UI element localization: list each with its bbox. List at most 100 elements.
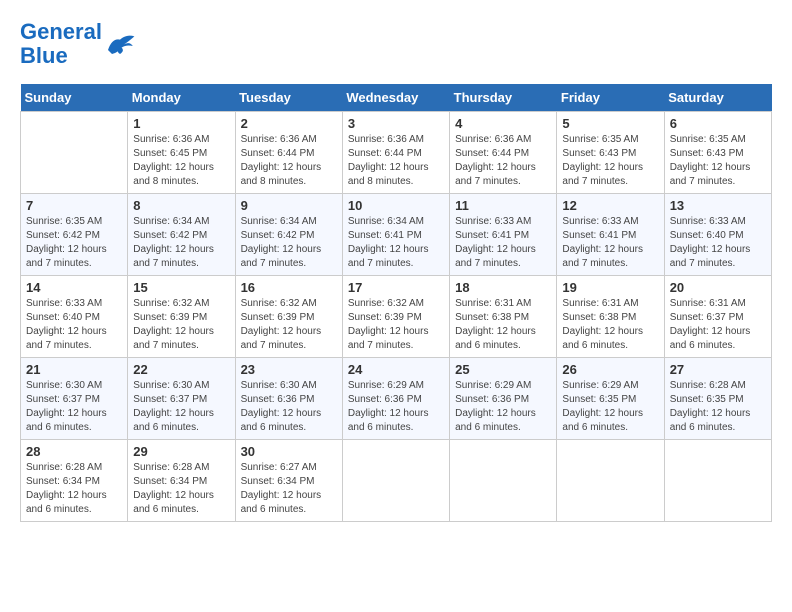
calendar-table: SundayMondayTuesdayWednesdayThursdayFrid… — [20, 84, 772, 522]
day-detail: Sunrise: 6:31 AMSunset: 6:38 PMDaylight:… — [562, 297, 658, 353]
calendar-cell: 15 Sunrise: 6:32 AMSunset: 6:39 PMDaylig… — [128, 276, 235, 358]
calendar-cell: 8 Sunrise: 6:34 AMSunset: 6:42 PMDayligh… — [128, 194, 235, 276]
day-detail: Sunrise: 6:34 AMSunset: 6:42 PMDaylight:… — [241, 215, 337, 271]
day-number: 5 — [562, 116, 658, 131]
day-number: 16 — [241, 280, 337, 295]
calendar-cell: 12 Sunrise: 6:33 AMSunset: 6:41 PMDaylig… — [557, 194, 664, 276]
calendar-cell: 25 Sunrise: 6:29 AMSunset: 6:36 PMDaylig… — [450, 358, 557, 440]
day-number: 4 — [455, 116, 551, 131]
day-detail: Sunrise: 6:31 AMSunset: 6:38 PMDaylight:… — [455, 297, 551, 353]
day-detail: Sunrise: 6:29 AMSunset: 6:36 PMDaylight:… — [348, 379, 444, 435]
day-detail: Sunrise: 6:36 AMSunset: 6:44 PMDaylight:… — [455, 133, 551, 189]
day-detail: Sunrise: 6:29 AMSunset: 6:36 PMDaylight:… — [455, 379, 551, 435]
day-detail: Sunrise: 6:36 AMSunset: 6:44 PMDaylight:… — [241, 133, 337, 189]
calendar-cell: 26 Sunrise: 6:29 AMSunset: 6:35 PMDaylig… — [557, 358, 664, 440]
day-detail: Sunrise: 6:35 AMSunset: 6:43 PMDaylight:… — [562, 133, 658, 189]
day-detail: Sunrise: 6:36 AMSunset: 6:45 PMDaylight:… — [133, 133, 229, 189]
logo: General Blue — [20, 20, 136, 68]
day-number: 14 — [26, 280, 122, 295]
day-number: 29 — [133, 444, 229, 459]
day-number: 10 — [348, 198, 444, 213]
calendar-cell: 16 Sunrise: 6:32 AMSunset: 6:39 PMDaylig… — [235, 276, 342, 358]
calendar-cell — [664, 440, 771, 522]
day-detail: Sunrise: 6:36 AMSunset: 6:44 PMDaylight:… — [348, 133, 444, 189]
day-number: 15 — [133, 280, 229, 295]
calendar-cell: 10 Sunrise: 6:34 AMSunset: 6:41 PMDaylig… — [342, 194, 449, 276]
day-number: 23 — [241, 362, 337, 377]
col-header-friday: Friday — [557, 84, 664, 112]
calendar-cell: 4 Sunrise: 6:36 AMSunset: 6:44 PMDayligh… — [450, 112, 557, 194]
calendar-cell: 24 Sunrise: 6:29 AMSunset: 6:36 PMDaylig… — [342, 358, 449, 440]
calendar-cell: 11 Sunrise: 6:33 AMSunset: 6:41 PMDaylig… — [450, 194, 557, 276]
day-number: 20 — [670, 280, 766, 295]
day-number: 25 — [455, 362, 551, 377]
col-header-saturday: Saturday — [664, 84, 771, 112]
page-header: General Blue — [20, 20, 772, 68]
day-detail: Sunrise: 6:35 AMSunset: 6:43 PMDaylight:… — [670, 133, 766, 189]
day-detail: Sunrise: 6:28 AMSunset: 6:35 PMDaylight:… — [670, 379, 766, 435]
calendar-cell: 19 Sunrise: 6:31 AMSunset: 6:38 PMDaylig… — [557, 276, 664, 358]
day-number: 17 — [348, 280, 444, 295]
day-detail: Sunrise: 6:30 AMSunset: 6:37 PMDaylight:… — [133, 379, 229, 435]
calendar-cell: 30 Sunrise: 6:27 AMSunset: 6:34 PMDaylig… — [235, 440, 342, 522]
day-number: 27 — [670, 362, 766, 377]
calendar-cell: 1 Sunrise: 6:36 AMSunset: 6:45 PMDayligh… — [128, 112, 235, 194]
day-number: 30 — [241, 444, 337, 459]
calendar-cell: 22 Sunrise: 6:30 AMSunset: 6:37 PMDaylig… — [128, 358, 235, 440]
day-detail: Sunrise: 6:29 AMSunset: 6:35 PMDaylight:… — [562, 379, 658, 435]
calendar-cell: 14 Sunrise: 6:33 AMSunset: 6:40 PMDaylig… — [21, 276, 128, 358]
day-number: 24 — [348, 362, 444, 377]
day-number: 22 — [133, 362, 229, 377]
day-detail: Sunrise: 6:28 AMSunset: 6:34 PMDaylight:… — [26, 461, 122, 517]
calendar-cell: 3 Sunrise: 6:36 AMSunset: 6:44 PMDayligh… — [342, 112, 449, 194]
day-detail: Sunrise: 6:32 AMSunset: 6:39 PMDaylight:… — [241, 297, 337, 353]
day-detail: Sunrise: 6:33 AMSunset: 6:40 PMDaylight:… — [26, 297, 122, 353]
calendar-cell: 28 Sunrise: 6:28 AMSunset: 6:34 PMDaylig… — [21, 440, 128, 522]
day-detail: Sunrise: 6:34 AMSunset: 6:42 PMDaylight:… — [133, 215, 229, 271]
calendar-cell: 23 Sunrise: 6:30 AMSunset: 6:36 PMDaylig… — [235, 358, 342, 440]
calendar-cell: 27 Sunrise: 6:28 AMSunset: 6:35 PMDaylig… — [664, 358, 771, 440]
calendar-cell — [342, 440, 449, 522]
col-header-wednesday: Wednesday — [342, 84, 449, 112]
day-detail: Sunrise: 6:31 AMSunset: 6:37 PMDaylight:… — [670, 297, 766, 353]
day-detail: Sunrise: 6:35 AMSunset: 6:42 PMDaylight:… — [26, 215, 122, 271]
calendar-cell: 21 Sunrise: 6:30 AMSunset: 6:37 PMDaylig… — [21, 358, 128, 440]
calendar-cell: 13 Sunrise: 6:33 AMSunset: 6:40 PMDaylig… — [664, 194, 771, 276]
day-detail: Sunrise: 6:33 AMSunset: 6:41 PMDaylight:… — [562, 215, 658, 271]
calendar-cell: 7 Sunrise: 6:35 AMSunset: 6:42 PMDayligh… — [21, 194, 128, 276]
calendar-cell — [21, 112, 128, 194]
day-number: 26 — [562, 362, 658, 377]
day-number: 28 — [26, 444, 122, 459]
calendar-cell: 9 Sunrise: 6:34 AMSunset: 6:42 PMDayligh… — [235, 194, 342, 276]
calendar-cell — [450, 440, 557, 522]
day-number: 8 — [133, 198, 229, 213]
col-header-tuesday: Tuesday — [235, 84, 342, 112]
col-header-thursday: Thursday — [450, 84, 557, 112]
logo-text: General Blue — [20, 20, 102, 68]
day-number: 6 — [670, 116, 766, 131]
day-number: 12 — [562, 198, 658, 213]
calendar-cell: 5 Sunrise: 6:35 AMSunset: 6:43 PMDayligh… — [557, 112, 664, 194]
calendar-cell: 20 Sunrise: 6:31 AMSunset: 6:37 PMDaylig… — [664, 276, 771, 358]
calendar-cell: 17 Sunrise: 6:32 AMSunset: 6:39 PMDaylig… — [342, 276, 449, 358]
day-number: 21 — [26, 362, 122, 377]
day-number: 9 — [241, 198, 337, 213]
logo-bird-icon — [104, 30, 136, 58]
day-number: 3 — [348, 116, 444, 131]
calendar-cell: 6 Sunrise: 6:35 AMSunset: 6:43 PMDayligh… — [664, 112, 771, 194]
day-detail: Sunrise: 6:28 AMSunset: 6:34 PMDaylight:… — [133, 461, 229, 517]
day-detail: Sunrise: 6:34 AMSunset: 6:41 PMDaylight:… — [348, 215, 444, 271]
col-header-sunday: Sunday — [21, 84, 128, 112]
day-number: 1 — [133, 116, 229, 131]
day-number: 19 — [562, 280, 658, 295]
day-detail: Sunrise: 6:27 AMSunset: 6:34 PMDaylight:… — [241, 461, 337, 517]
calendar-cell: 29 Sunrise: 6:28 AMSunset: 6:34 PMDaylig… — [128, 440, 235, 522]
day-number: 13 — [670, 198, 766, 213]
col-header-monday: Monday — [128, 84, 235, 112]
day-detail: Sunrise: 6:30 AMSunset: 6:37 PMDaylight:… — [26, 379, 122, 435]
day-detail: Sunrise: 6:32 AMSunset: 6:39 PMDaylight:… — [348, 297, 444, 353]
day-detail: Sunrise: 6:33 AMSunset: 6:41 PMDaylight:… — [455, 215, 551, 271]
day-detail: Sunrise: 6:32 AMSunset: 6:39 PMDaylight:… — [133, 297, 229, 353]
day-number: 18 — [455, 280, 551, 295]
calendar-cell — [557, 440, 664, 522]
